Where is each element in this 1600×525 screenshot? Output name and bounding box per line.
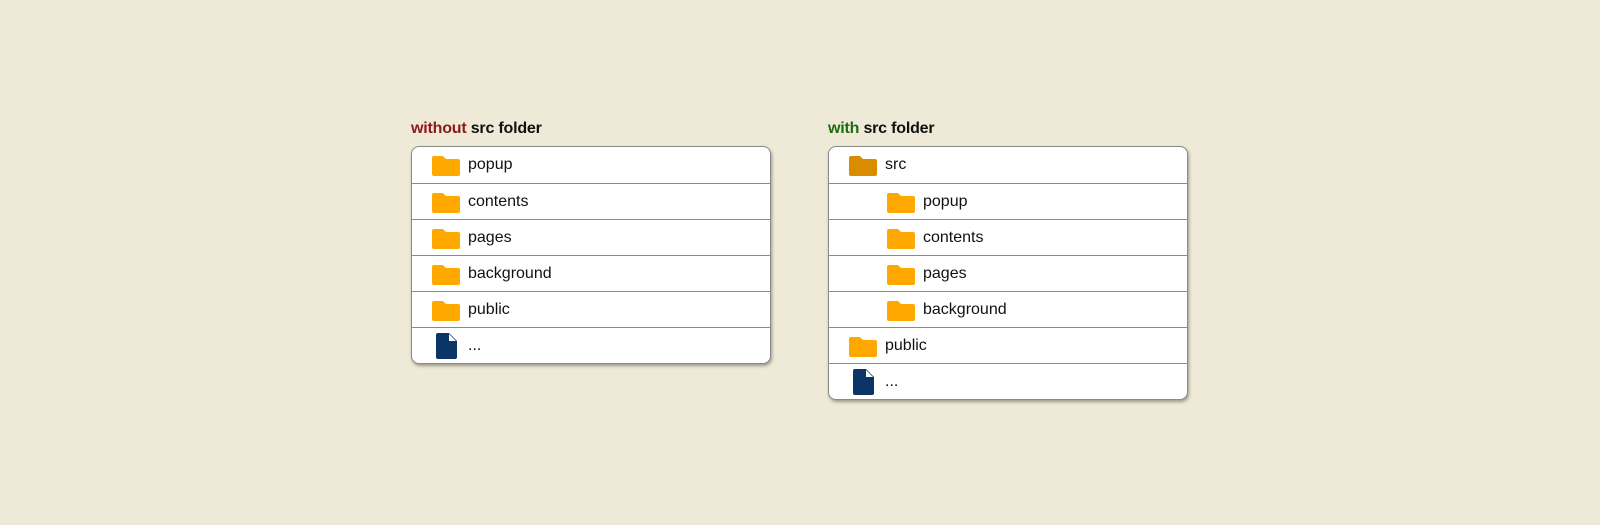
tree-item-pages[interactable]: pages: [829, 255, 1187, 291]
tree-item-label: pages: [468, 228, 512, 246]
tree-item-label: popup: [923, 192, 968, 210]
title-accent: with: [828, 120, 860, 137]
title-accent: without: [411, 120, 467, 137]
title-rest: src folder: [466, 120, 542, 137]
folder-icon: [432, 264, 460, 285]
tree-item-files[interactable]: ...: [829, 363, 1187, 399]
tree-item-public[interactable]: public: [829, 327, 1187, 363]
tree-item-files[interactable]: ...: [412, 327, 770, 363]
tree-item-background[interactable]: background: [829, 291, 1187, 327]
tree-item-label: src: [885, 156, 907, 173]
tree-item-label: background: [468, 264, 552, 282]
tree-item-contents[interactable]: contents: [412, 183, 770, 219]
title-rest: src folder: [859, 120, 935, 137]
tree-item-contents[interactable]: contents: [829, 219, 1187, 255]
panel-title-with-src: with src folder: [828, 118, 1188, 140]
tree-item-label: ...: [468, 336, 482, 354]
folder-icon: [887, 228, 915, 249]
tree-item-label: background: [923, 300, 1007, 318]
folder-icon: [887, 300, 915, 321]
folder-icon: [432, 228, 460, 249]
file-tree-with-src: src popup contents pages background publ…: [828, 146, 1188, 400]
folder-icon: [432, 156, 460, 176]
panel-title-without-src: without src folder: [411, 118, 771, 140]
folder-icon: [849, 336, 877, 357]
tree-item-label: popup: [468, 156, 513, 173]
file-icon: [436, 332, 457, 359]
folder-icon: [432, 192, 460, 213]
tree-item-label: pages: [923, 264, 967, 282]
tree-item-src[interactable]: src: [829, 147, 1187, 183]
tree-item-public[interactable]: public: [412, 291, 770, 327]
tree-item-label: ...: [885, 372, 899, 390]
tree-item-label: contents: [468, 192, 529, 210]
folder-icon: [849, 156, 877, 176]
panel-without-src: without src folder popup contents pages …: [411, 118, 771, 364]
tree-item-popup[interactable]: popup: [412, 147, 770, 183]
tree-item-pages[interactable]: pages: [412, 219, 770, 255]
panel-with-src: with src folder src popup contents pages…: [828, 118, 1188, 400]
folder-icon: [432, 300, 460, 321]
tree-item-popup[interactable]: popup: [829, 183, 1187, 219]
tree-item-label: public: [468, 300, 510, 318]
tree-item-label: public: [885, 336, 927, 354]
tree-item-label: contents: [923, 228, 984, 246]
tree-item-background[interactable]: background: [412, 255, 770, 291]
file-icon: [853, 368, 874, 395]
file-tree-without-src: popup contents pages background public .…: [411, 146, 771, 364]
folder-icon: [887, 264, 915, 285]
folder-icon: [887, 192, 915, 213]
